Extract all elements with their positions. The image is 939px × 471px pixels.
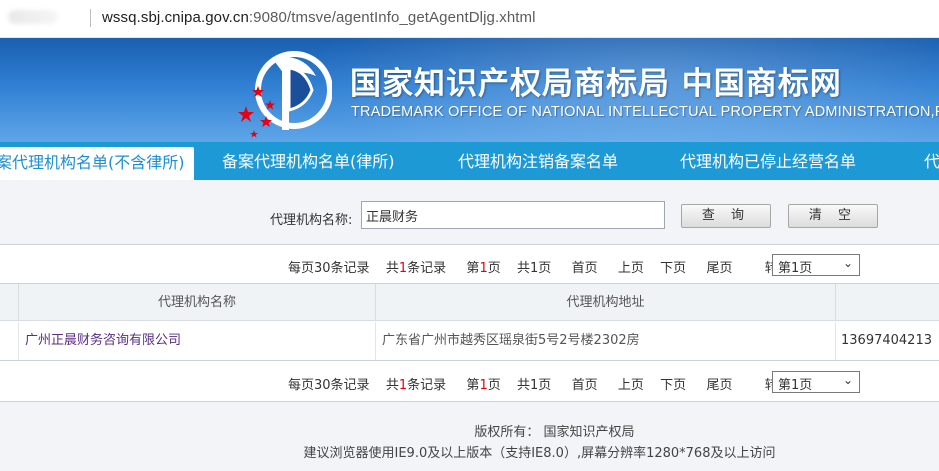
current-page: 1 <box>479 378 488 393</box>
per-page-text: 每页30条记录 <box>288 378 370 393</box>
page-prefix: 第 <box>466 261 480 276</box>
redacted-region <box>8 10 58 24</box>
browser-address-bar[interactable]: wssq.sbj.cnipa.gov.cn:9080/tmsve/agentIn… <box>0 0 939 38</box>
browser-note-text: 建议浏览器使用IE9.0及以上版本（支持IE8.0）,屏幕分辨率1280*768… <box>303 446 776 461</box>
first-page-link[interactable]: 首页 <box>572 374 598 393</box>
clear-button[interactable]: 清 空 <box>788 204 878 228</box>
current-page: 1 <box>479 261 488 276</box>
agency-phone-cell: 13697404213 <box>841 333 932 348</box>
site-banner: 国家知识产权局商标局 中国商标网 TRADEMARK OFFICE OF NAT… <box>0 38 939 142</box>
pager-text-bottom: 每页30条记录 共1条记录 第1页 共1页 首页 上页 下页 尾页 转到： <box>288 374 804 393</box>
page-suffix: 页 <box>487 261 501 276</box>
prev-page-link[interactable]: 上页 <box>618 374 644 393</box>
tab-bar: 案代理机构名单(不含律所) 备案代理机构名单(律所) 代理机构注销备案名单 代理… <box>0 142 939 180</box>
goto-page-value: 第1页 <box>778 378 813 393</box>
chevron-down-icon: ⌄ <box>842 373 853 387</box>
agency-name-input[interactable] <box>361 201 665 229</box>
total-count: 1 <box>398 261 408 276</box>
table-header-phone <box>836 284 939 321</box>
total-pages: 共1页 <box>517 261 552 276</box>
goto-page-value: 第1页 <box>778 261 813 276</box>
pager-text: 每页30条记录 共1条记录 第1页 共1页 首页 上页 下页 尾页 转到： <box>288 257 804 276</box>
per-page-text: 每页30条记录 <box>288 261 370 276</box>
agency-name-link[interactable]: 广州正晨财务咨询有限公司 <box>19 322 376 360</box>
query-button[interactable]: 查 询 <box>681 204 771 228</box>
url-text[interactable]: wssq.sbj.cnipa.gov.cn:9080/tmsve/agentIn… <box>102 9 536 26</box>
total-prefix: 共 <box>385 378 399 393</box>
site-title: 国家知识产权局商标局 中国商标网 <box>350 66 842 102</box>
table-header-index <box>0 284 19 321</box>
page-prefix: 第 <box>466 378 480 393</box>
total-count: 1 <box>398 378 408 393</box>
url-path: :9080/tmsve/agentInfo_getAgentDljg.xhtml <box>248 9 536 26</box>
page-footer: 版权所有： 国家知识产权局 建议浏览器使用IE9.0及以上版本（支持IE8.0）… <box>0 402 939 471</box>
first-page-link[interactable]: 首页 <box>572 257 598 276</box>
table-header-name: 代理机构名称 <box>19 284 376 321</box>
cnipa-logo-icon <box>238 51 332 138</box>
results-table: 代理机构名称 代理机构地址 广州正晨财务咨询有限公司 广东省广州市越秀区瑶泉街5… <box>0 284 939 360</box>
tab-more[interactable]: 代 <box>924 142 939 180</box>
tab-ceased-agencies[interactable]: 代理机构已停止经营名单 <box>680 142 856 180</box>
site-subtitle: TRADEMARK OFFICE OF NATIONAL INTELLECTUA… <box>351 104 939 120</box>
page-suffix: 页 <box>487 378 501 393</box>
goto-page-select-bottom[interactable]: 第1页 ⌄ <box>772 371 860 393</box>
agency-address-cell: 广东省广州市越秀区瑶泉街5号2号楼2302房 <box>376 322 836 360</box>
table-header-address: 代理机构地址 <box>376 284 836 321</box>
total-suffix: 条记录 <box>407 261 447 276</box>
pager-bottom: 每页30条记录 共1条记录 第1页 共1页 首页 上页 下页 尾页 转到： 第1… <box>0 360 939 402</box>
total-prefix: 共 <box>385 261 399 276</box>
prev-page-link[interactable]: 上页 <box>618 257 644 276</box>
agency-name-label: 代理机构名称: <box>270 213 353 228</box>
goto-page-select[interactable]: 第1页 ⌄ <box>772 254 860 276</box>
last-page-link[interactable]: 尾页 <box>706 374 732 393</box>
tab-agencies-law-firms[interactable]: 备案代理机构名单(律所) <box>222 142 395 180</box>
next-page-link[interactable]: 下页 <box>660 374 686 393</box>
url-host: wssq.sbj.cnipa.gov.cn <box>102 9 249 26</box>
address-divider <box>90 9 91 27</box>
total-pages: 共1页 <box>517 378 552 393</box>
table-cell-index <box>0 322 19 360</box>
pager-top: 每页30条记录 共1条记录 第1页 共1页 首页 上页 下页 尾页 转到： 第1… <box>0 244 939 284</box>
copyright-text: 版权所有： 国家知识产权局 <box>474 425 635 440</box>
last-page-link[interactable]: 尾页 <box>706 257 732 276</box>
next-page-link[interactable]: 下页 <box>660 257 686 276</box>
total-suffix: 条记录 <box>407 378 447 393</box>
tab-deregistered-agencies[interactable]: 代理机构注销备案名单 <box>458 142 618 180</box>
chevron-down-icon: ⌄ <box>842 256 853 270</box>
tab-agencies-excluding-law-firms[interactable]: 案代理机构名单(不含律所) <box>0 147 194 180</box>
